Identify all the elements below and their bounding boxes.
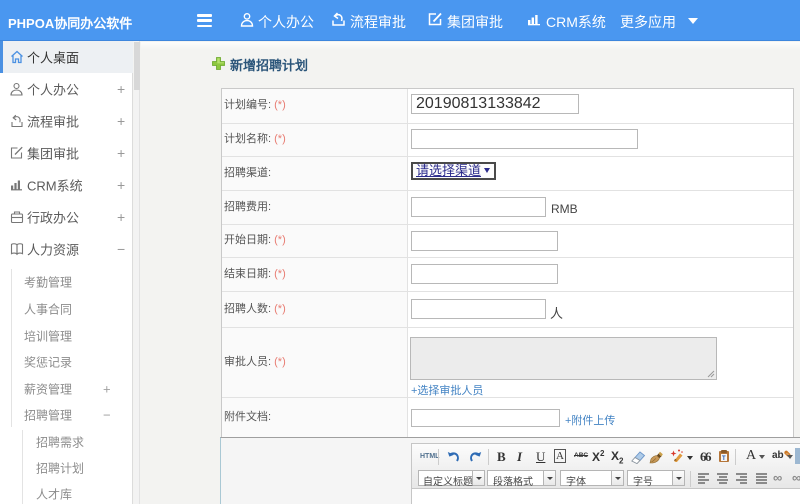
svg-text:T: T: [722, 456, 726, 462]
